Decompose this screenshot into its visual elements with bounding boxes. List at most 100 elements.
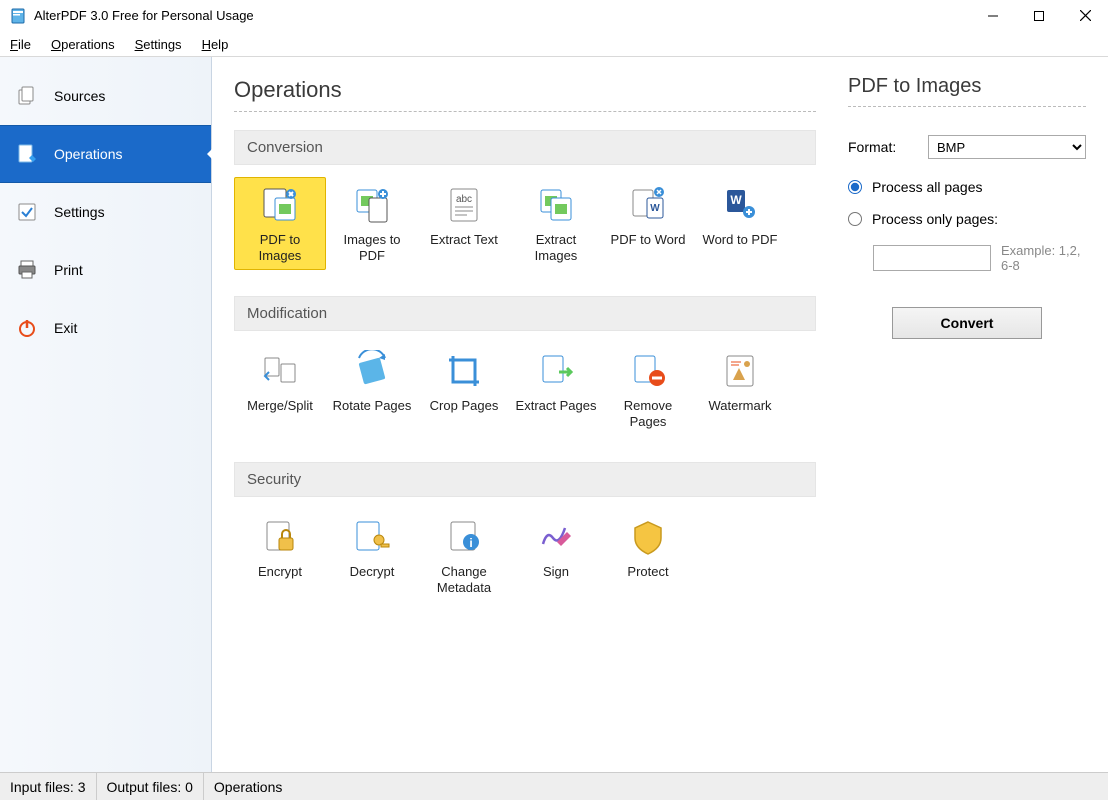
op-merge-split[interactable]: Merge/Split: [234, 343, 326, 436]
sidebar-item-print[interactable]: Print: [0, 241, 211, 299]
power-icon: [16, 317, 38, 339]
op-remove-pages[interactable]: Remove Pages: [602, 343, 694, 436]
status-mode: Operations: [204, 773, 1108, 800]
op-protect[interactable]: Protect: [602, 509, 694, 602]
modification-grid: Merge/Split Rotate Pages Crop Pages Extr…: [234, 331, 816, 462]
svg-text:abc: abc: [456, 194, 472, 205]
operations-icon: [16, 143, 38, 165]
remove-pages-icon: [627, 350, 669, 392]
op-word-to-pdf[interactable]: W Word to PDF: [694, 177, 786, 270]
maximize-button[interactable]: [1016, 0, 1062, 32]
sign-icon: [535, 516, 577, 558]
radio-label: Process only pages:: [872, 211, 998, 227]
op-pdf-to-images[interactable]: PDF to Images: [234, 177, 326, 270]
op-label: PDF to Word: [611, 232, 686, 248]
op-rotate-pages[interactable]: Rotate Pages: [326, 343, 418, 436]
images-to-pdf-icon: [351, 184, 393, 226]
minimize-button[interactable]: [970, 0, 1016, 32]
op-label: Extract Text: [430, 232, 498, 248]
sidebar-item-label: Print: [54, 262, 83, 278]
op-images-to-pdf[interactable]: Images to PDF: [326, 177, 418, 270]
options-title: PDF to Images: [848, 75, 1086, 98]
op-label: Change Metadata: [423, 564, 505, 595]
conversion-grid: PDF to Images Images to PDF abc Extract …: [234, 165, 816, 296]
op-watermark[interactable]: Watermark: [694, 343, 786, 436]
options-panel: PDF to Images Format: BMP Process all pa…: [838, 57, 1108, 772]
radio-process-all[interactable]: [848, 180, 862, 194]
op-label: Decrypt: [350, 564, 395, 580]
op-change-metadata[interactable]: i Change Metadata: [418, 509, 510, 602]
op-label: Images to PDF: [331, 232, 413, 263]
menu-file[interactable]: File: [0, 34, 41, 55]
window-title: AlterPDF 3.0 Free for Personal Usage: [34, 8, 970, 23]
op-label: Crop Pages: [430, 398, 499, 414]
watermark-icon: [719, 350, 761, 392]
divider: [848, 106, 1086, 107]
titlebar: AlterPDF 3.0 Free for Personal Usage: [0, 0, 1108, 32]
sidebar-item-exit[interactable]: Exit: [0, 299, 211, 357]
sidebar-item-label: Settings: [54, 204, 105, 220]
checkbox-icon: [16, 201, 38, 223]
op-extract-pages[interactable]: Extract Pages: [510, 343, 602, 436]
op-label: Extract Images: [515, 232, 597, 263]
format-label: Format:: [848, 139, 928, 155]
shield-icon: [627, 516, 669, 558]
menu-settings[interactable]: Settings: [125, 34, 192, 55]
op-crop-pages[interactable]: Crop Pages: [418, 343, 510, 436]
sidebar-item-operations[interactable]: Operations: [0, 125, 211, 183]
sidebar-item-settings[interactable]: Settings: [0, 183, 211, 241]
section-security: Security: [234, 462, 816, 497]
svg-text:W: W: [730, 193, 742, 207]
printer-icon: [16, 259, 38, 281]
op-label: Rotate Pages: [333, 398, 412, 414]
op-extract-images[interactable]: Extract Images: [510, 177, 602, 270]
op-extract-text[interactable]: abc Extract Text: [418, 177, 510, 270]
sidebar-item-label: Operations: [54, 146, 122, 162]
svg-text:i: i: [469, 536, 472, 550]
format-select[interactable]: BMP: [928, 135, 1086, 159]
op-label: Merge/Split: [247, 398, 313, 414]
op-sign[interactable]: Sign: [510, 509, 602, 602]
statusbar: Input files: 3 Output files: 0 Operation…: [0, 772, 1108, 800]
convert-button[interactable]: Convert: [892, 307, 1042, 339]
documents-icon: [16, 85, 38, 107]
merge-split-icon: [259, 350, 301, 392]
op-encrypt[interactable]: Encrypt: [234, 509, 326, 602]
sidebar-item-sources[interactable]: Sources: [0, 67, 211, 125]
close-button[interactable]: [1062, 0, 1108, 32]
radio-process-only[interactable]: [848, 212, 862, 226]
extract-text-icon: abc: [443, 184, 485, 226]
op-label: Protect: [627, 564, 668, 580]
rotate-icon: [351, 350, 393, 392]
extract-images-icon: [535, 184, 577, 226]
section-modification: Modification: [234, 296, 816, 331]
op-label: Watermark: [708, 398, 771, 414]
op-label: Sign: [543, 564, 569, 580]
menu-operations[interactable]: Operations: [41, 34, 125, 55]
example-text: Example: 1,2, 6-8: [1001, 243, 1086, 273]
metadata-icon: i: [443, 516, 485, 558]
pdf-to-word-icon: W: [627, 184, 669, 226]
app-icon: [10, 8, 26, 24]
sidebar-item-label: Sources: [54, 88, 105, 104]
security-grid: Encrypt Decrypt i Change Metadata Sign P…: [234, 497, 816, 628]
page-title: Operations: [234, 77, 816, 103]
section-conversion: Conversion: [234, 130, 816, 165]
op-pdf-to-word[interactable]: W PDF to Word: [602, 177, 694, 270]
extract-pages-icon: [535, 350, 577, 392]
word-to-pdf-icon: W: [719, 184, 761, 226]
op-label: PDF to Images: [239, 232, 321, 263]
menubar: File Operations Settings Help: [0, 32, 1108, 56]
sidebar-item-label: Exit: [54, 320, 77, 336]
pages-input[interactable]: [873, 245, 991, 271]
divider: [234, 111, 816, 112]
menu-help[interactable]: Help: [192, 34, 239, 55]
operations-panel: Operations Conversion PDF to Images Imag…: [212, 57, 838, 772]
decrypt-icon: [351, 516, 393, 558]
svg-text:W: W: [650, 203, 660, 214]
op-label: Extract Pages: [516, 398, 597, 414]
sidebar: Sources Operations Settings Print Exit: [0, 57, 212, 772]
encrypt-icon: [259, 516, 301, 558]
op-label: Word to PDF: [703, 232, 778, 248]
op-decrypt[interactable]: Decrypt: [326, 509, 418, 602]
